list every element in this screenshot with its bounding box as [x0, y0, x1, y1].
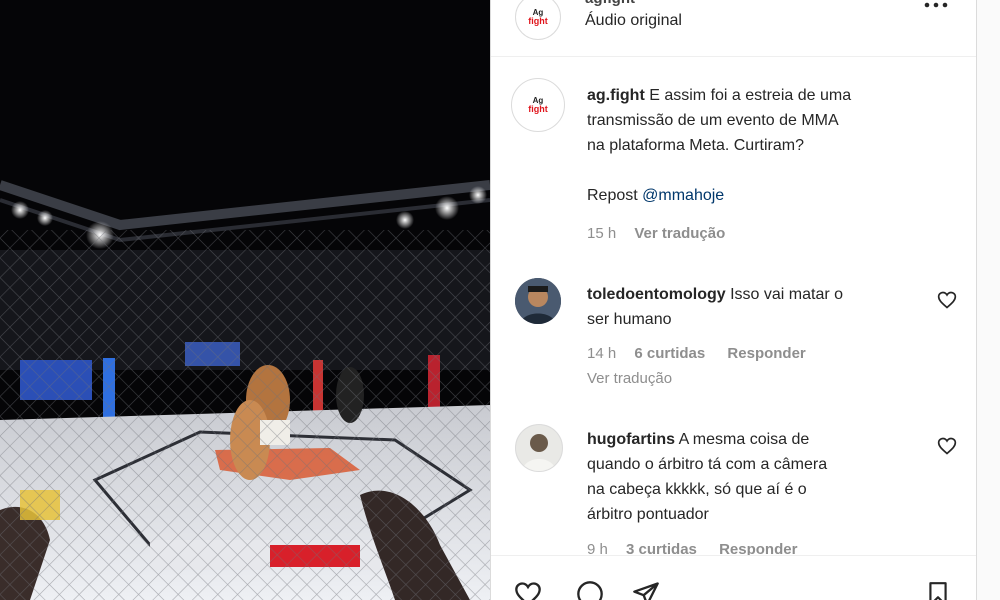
comment-time[interactable]: 14 h	[587, 345, 616, 362]
caption-see-translation[interactable]: Ver tradução	[634, 225, 725, 242]
caption-time[interactable]: 15 h	[587, 225, 616, 242]
agfight-logo: Ag fight	[528, 96, 548, 114]
header-audio-label[interactable]: Áudio original	[585, 12, 682, 30]
comment-text: Isso vai matar o	[730, 286, 844, 303]
comment-text-cont: quando o árbitro tá com a câmera	[587, 456, 828, 473]
post-header: Ag fight agfight Áudio original	[491, 0, 977, 57]
comment-username[interactable]: hugofartins	[587, 431, 675, 448]
comment-heart-icon[interactable]	[937, 436, 957, 456]
comment-icon[interactable]	[575, 580, 605, 600]
comment-text-cont: ser humano	[587, 311, 672, 328]
comment-text-cont: na cabeça kkkkk, só que aí é o	[587, 481, 807, 498]
header-avatar[interactable]: Ag fight	[515, 0, 561, 40]
logo-big-text: fight	[528, 104, 548, 114]
caption-avatar[interactable]: Ag fight	[511, 78, 565, 132]
logo-big-text: fight	[528, 16, 548, 26]
share-icon[interactable]	[631, 580, 661, 600]
comment-username[interactable]: toledoentomology	[587, 286, 726, 303]
action-bar	[491, 555, 977, 600]
profile-photo-icon	[515, 278, 561, 324]
comment-reply-button[interactable]: Responder	[727, 345, 805, 362]
repost-label: Repost	[587, 187, 638, 204]
video-frame	[0, 0, 490, 600]
caption-line-2: transmissão de um evento de MMA	[587, 112, 839, 129]
comment-text-cont: árbitro pontuador	[587, 506, 709, 523]
comment-likes[interactable]: 6 curtidas	[634, 345, 705, 362]
bookmark-icon[interactable]	[925, 580, 951, 600]
commenter-avatar[interactable]	[515, 424, 563, 472]
post-details-panel: Ag fight agfight Áudio original Ag fight…	[490, 0, 977, 600]
comment-see-translation[interactable]: Ver tradução	[587, 370, 672, 387]
comment-text: A mesma coisa de	[678, 431, 810, 448]
profile-photo-icon	[516, 425, 562, 471]
heart-icon[interactable]	[513, 580, 543, 600]
commenter-avatar[interactable]	[515, 278, 561, 324]
caption-username[interactable]: ag.fight	[587, 87, 645, 104]
caption-line-3: na plataforma Meta. Curtiram?	[587, 137, 804, 154]
comment-heart-icon[interactable]	[937, 290, 957, 310]
more-options-icon[interactable]	[921, 0, 951, 12]
agfight-logo: Ag fight	[528, 8, 548, 26]
caption-line-1: E assim foi a estreia de uma	[649, 87, 852, 104]
repost-mention-link[interactable]: @mmahoje	[642, 187, 724, 204]
page-background-edge	[976, 0, 1000, 600]
caption: ag.fight E assim foi a estreia de uma tr…	[587, 83, 957, 208]
caption-meta: 15 h Ver tradução	[587, 225, 725, 242]
header-username[interactable]: agfight	[585, 0, 635, 7]
post-video[interactable]	[0, 0, 490, 600]
